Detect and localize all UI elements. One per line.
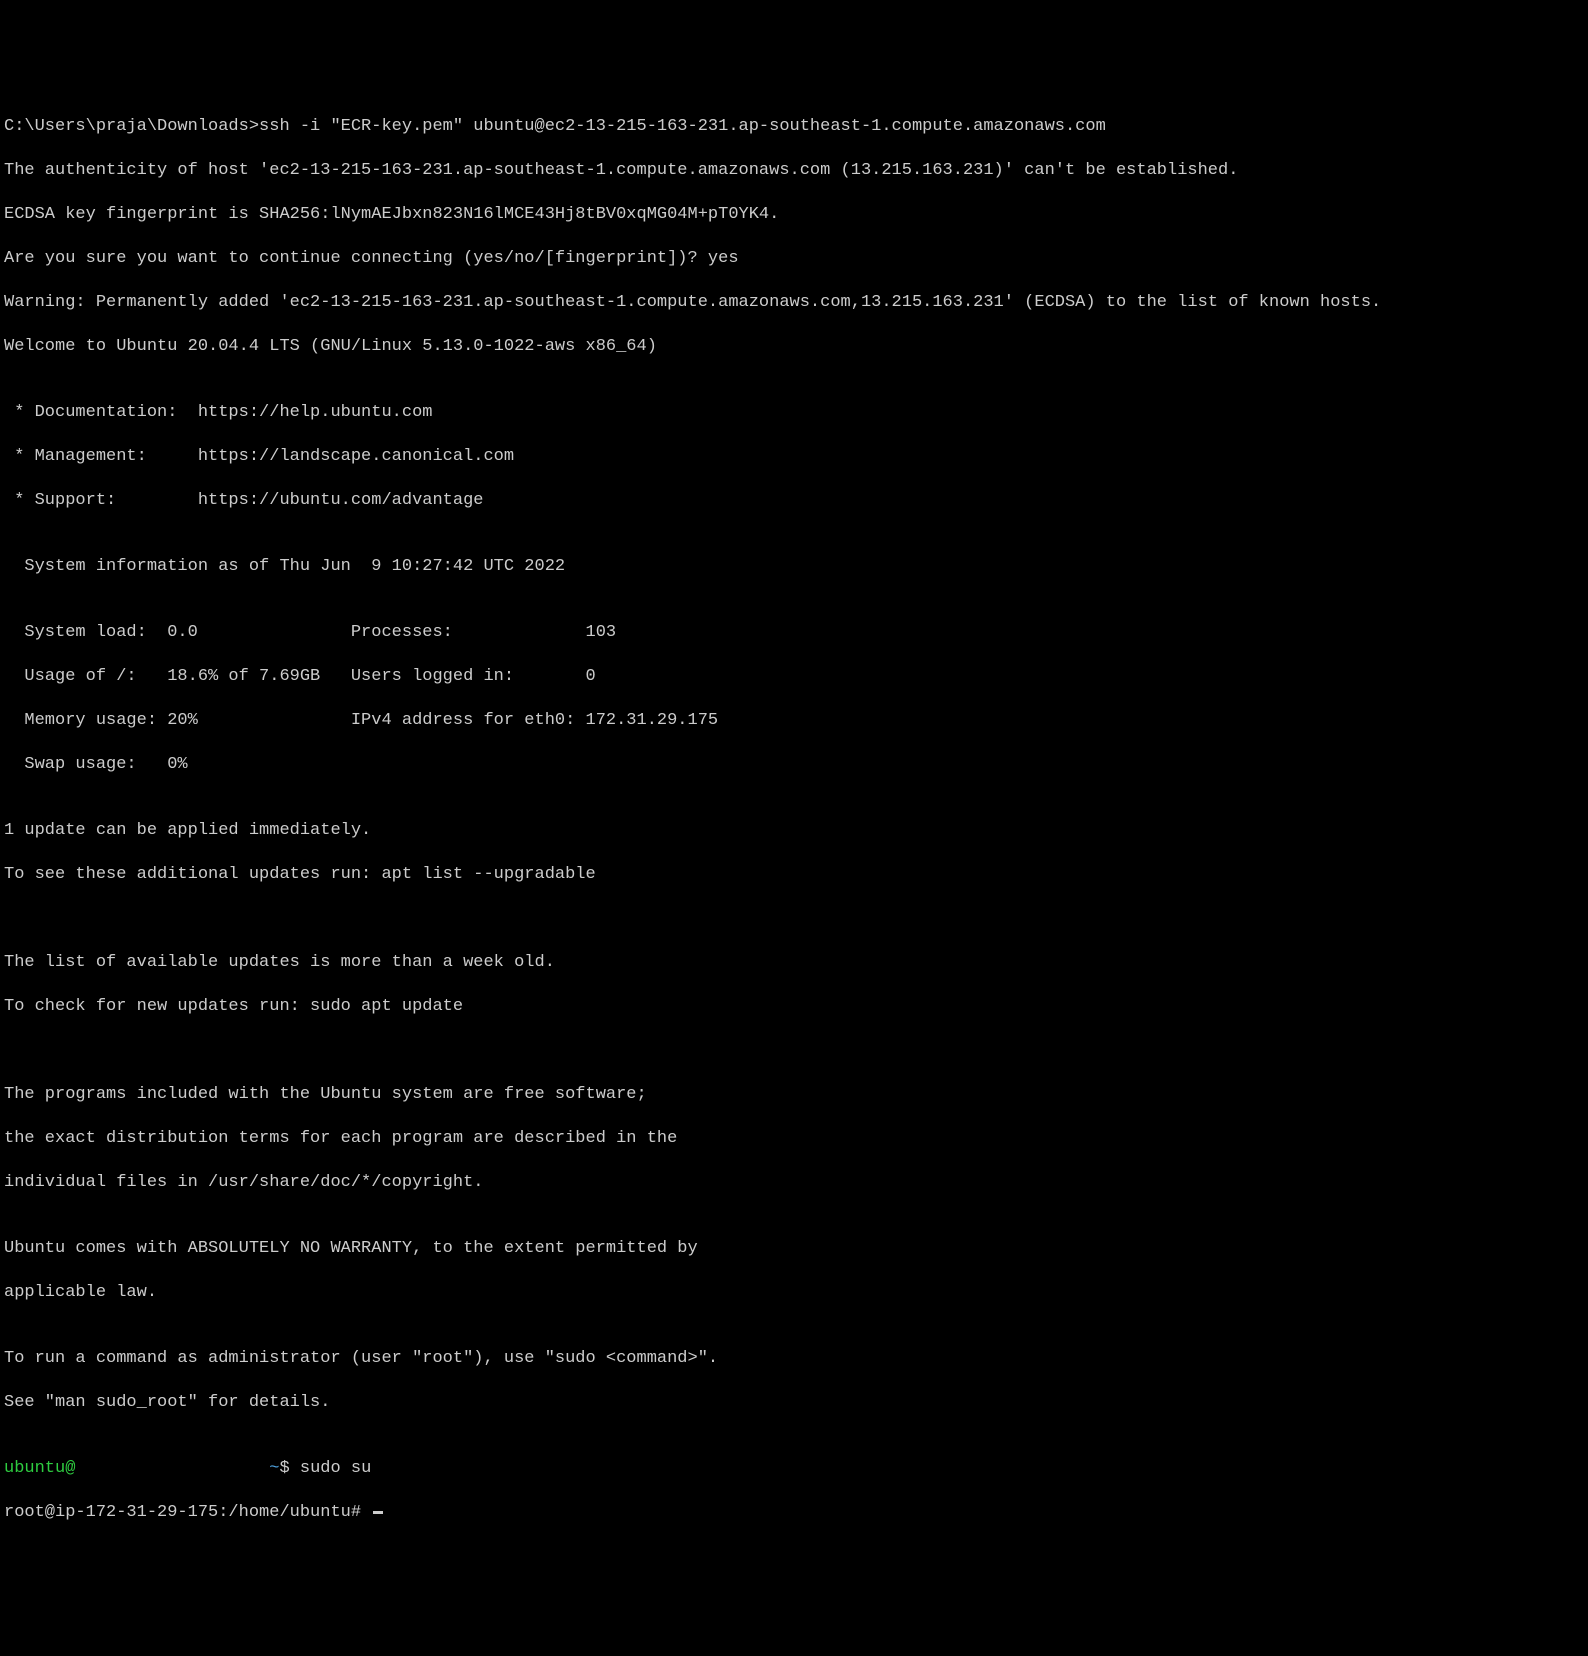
terminal-line: The list of available updates is more th… [4,952,1584,974]
terminal-line: The programs included with the Ubuntu sy… [4,1084,1584,1106]
terminal-line: To see these additional updates run: apt… [4,864,1584,886]
ubuntu-prompt-line[interactable]: ubuntu@ ~$ sudo su [4,1458,1584,1480]
terminal-line: The authenticity of host 'ec2-13-215-163… [4,160,1584,182]
terminal-line: individual files in /usr/share/doc/*/cop… [4,1172,1584,1194]
terminal-line: Ubuntu comes with ABSOLUTELY NO WARRANTY… [4,1238,1584,1260]
terminal-line: ECDSA key fingerprint is SHA256:lNymAEJb… [4,204,1584,226]
terminal-line: To check for new updates run: sudo apt u… [4,996,1584,1018]
terminal-line: Warning: Permanently added 'ec2-13-215-1… [4,292,1584,314]
terminal-line: the exact distribution terms for each pr… [4,1128,1584,1150]
root-prompt-line[interactable]: root@ip-172-31-29-175:/home/ubuntu# [4,1502,1584,1524]
terminal-line: * Documentation: https://help.ubuntu.com [4,402,1584,424]
terminal-line: * Management: https://landscape.canonica… [4,446,1584,468]
terminal-line: Are you sure you want to continue connec… [4,248,1584,270]
terminal-line: System information as of Thu Jun 9 10:27… [4,556,1584,578]
terminal-line: Swap usage: 0% [4,754,1584,776]
terminal-line: * Support: https://ubuntu.com/advantage [4,490,1584,512]
terminal-line: Usage of /: 18.6% of 7.69GB Users logged… [4,666,1584,688]
terminal-line: applicable law. [4,1282,1584,1304]
terminal-output[interactable]: C:\Users\praja\Downloads>ssh -i "ECR-key… [4,94,1584,1546]
terminal-line: C:\Users\praja\Downloads>ssh -i "ECR-key… [4,116,1584,138]
root-prompt: root@ip-172-31-29-175:/home/ubuntu# [4,1503,371,1522]
prompt-user: ubuntu@ [4,1459,75,1478]
terminal-line: System load: 0.0 Processes: 103 [4,622,1584,644]
prompt-command: $ sudo su [279,1459,371,1478]
terminal-line: 1 update can be applied immediately. [4,820,1584,842]
terminal-line: To run a command as administrator (user … [4,1348,1584,1370]
terminal-line: See "man sudo_root" for details. [4,1392,1584,1414]
cursor-icon [373,1511,383,1514]
terminal-line: Memory usage: 20% IPv4 address for eth0:… [4,710,1584,732]
prompt-blank [75,1459,269,1478]
terminal-line: Welcome to Ubuntu 20.04.4 LTS (GNU/Linux… [4,336,1584,358]
prompt-path: ~ [269,1459,279,1478]
